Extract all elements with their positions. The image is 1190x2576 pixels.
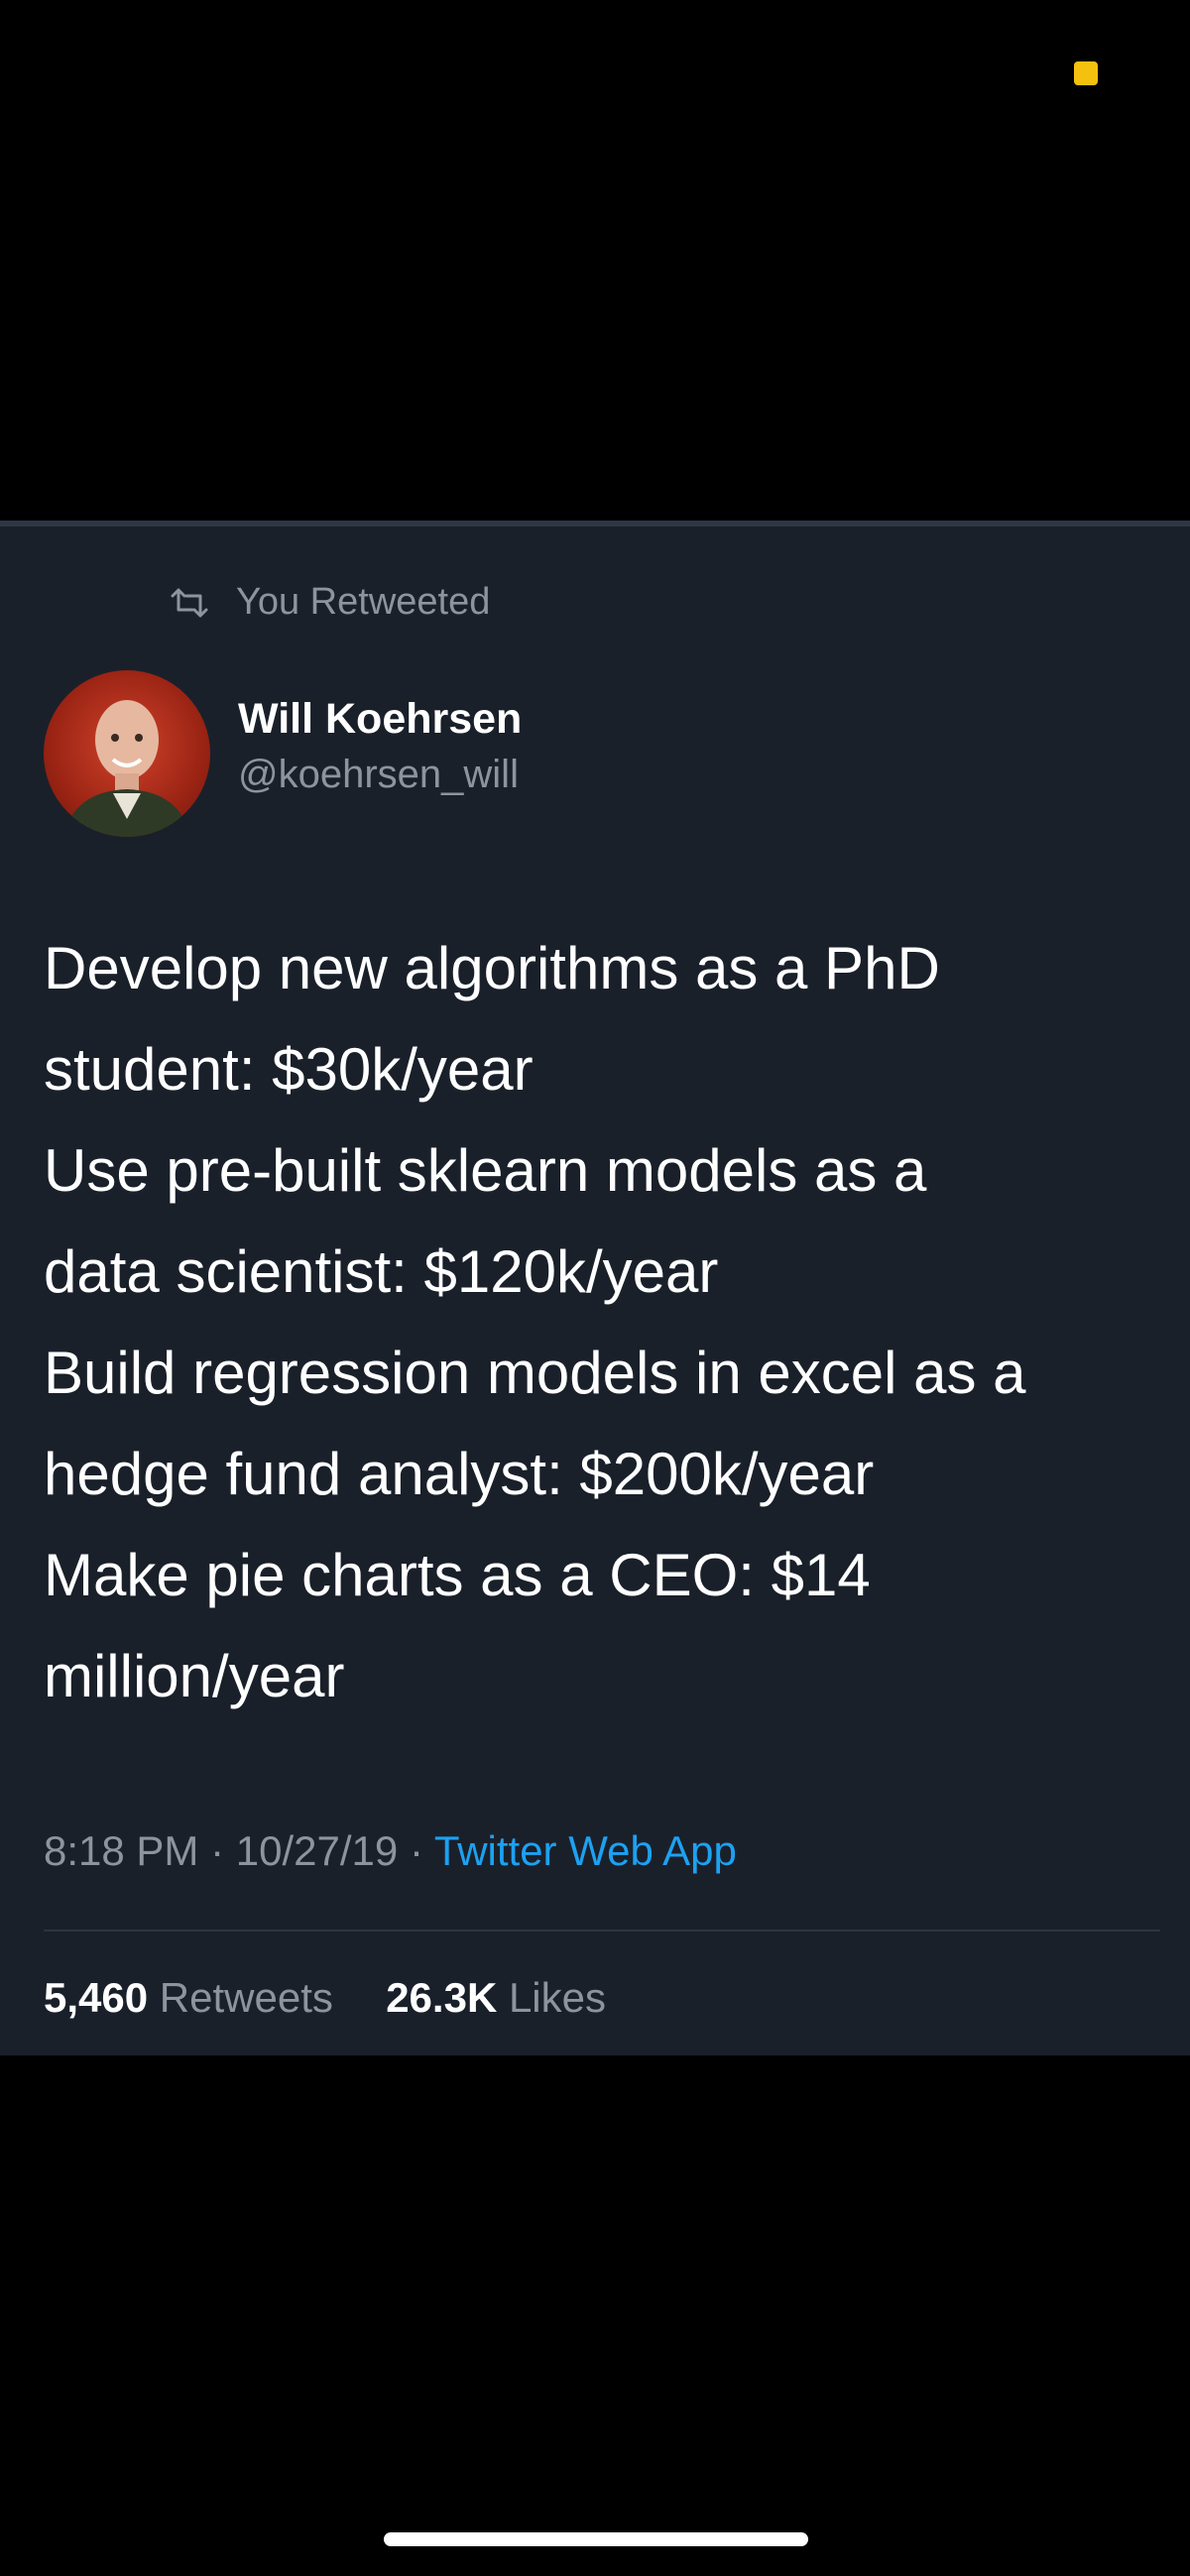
meta-separator: · xyxy=(210,1827,225,1874)
retweets-label: Retweets xyxy=(159,1974,333,2021)
avatar[interactable] xyxy=(44,670,210,837)
retweet-icon xyxy=(169,586,210,620)
meta-separator: · xyxy=(409,1827,423,1874)
tweet-text: Develop new algorithms as a PhD student:… xyxy=(44,918,1154,1727)
tweet-text-line: data scientist: $120k/year xyxy=(44,1238,719,1305)
likes-count: 26.3K xyxy=(386,1974,498,2021)
tweet-meta: 8:18 PM · 10/27/19 · Twitter Web App xyxy=(44,1827,737,1875)
retweets-stat[interactable]: 5,460 Retweets xyxy=(44,1974,345,2021)
likes-label: Likes xyxy=(508,1974,607,2021)
home-indicator[interactable] xyxy=(384,2532,808,2546)
retweets-count: 5,460 xyxy=(44,1974,149,2021)
tweet-text-line: student: $30k/year xyxy=(44,1036,534,1103)
likes-stat[interactable]: 26.3K Likes xyxy=(386,1974,606,2021)
tweet-date[interactable]: 10/27/19 xyxy=(236,1827,399,1874)
author-handle[interactable]: @koehrsen_will xyxy=(238,753,519,797)
status-indicator-dot xyxy=(1074,61,1098,85)
tweet-text-line: Use pre-built sklearn models as a xyxy=(44,1137,927,1204)
tweet-stats: 5,460 Retweets 26.3K Likes xyxy=(44,1974,606,2022)
retweet-context: You Retweeted xyxy=(169,581,490,624)
author-name[interactable]: Will Koehrsen xyxy=(238,695,522,744)
tweet-text-line: Build regression models in excel as a xyxy=(44,1340,1026,1406)
divider xyxy=(44,1930,1160,1932)
tweet-text-line: Make pie charts as a CEO: $14 xyxy=(44,1542,871,1608)
tweet-text-line: million/year xyxy=(44,1643,345,1709)
retweet-label: You Retweeted xyxy=(236,581,491,623)
tweet-text-line: Develop new algorithms as a PhD xyxy=(44,935,940,1001)
tweet-time[interactable]: 8:18 PM xyxy=(44,1827,198,1874)
tweet-source-link[interactable]: Twitter Web App xyxy=(434,1827,737,1874)
tweet-text-line: hedge fund analyst: $200k/year xyxy=(44,1441,875,1507)
tweet-card[interactable]: You Retweeted Will Koehrsen @koehrsen_wi… xyxy=(0,521,1190,2055)
